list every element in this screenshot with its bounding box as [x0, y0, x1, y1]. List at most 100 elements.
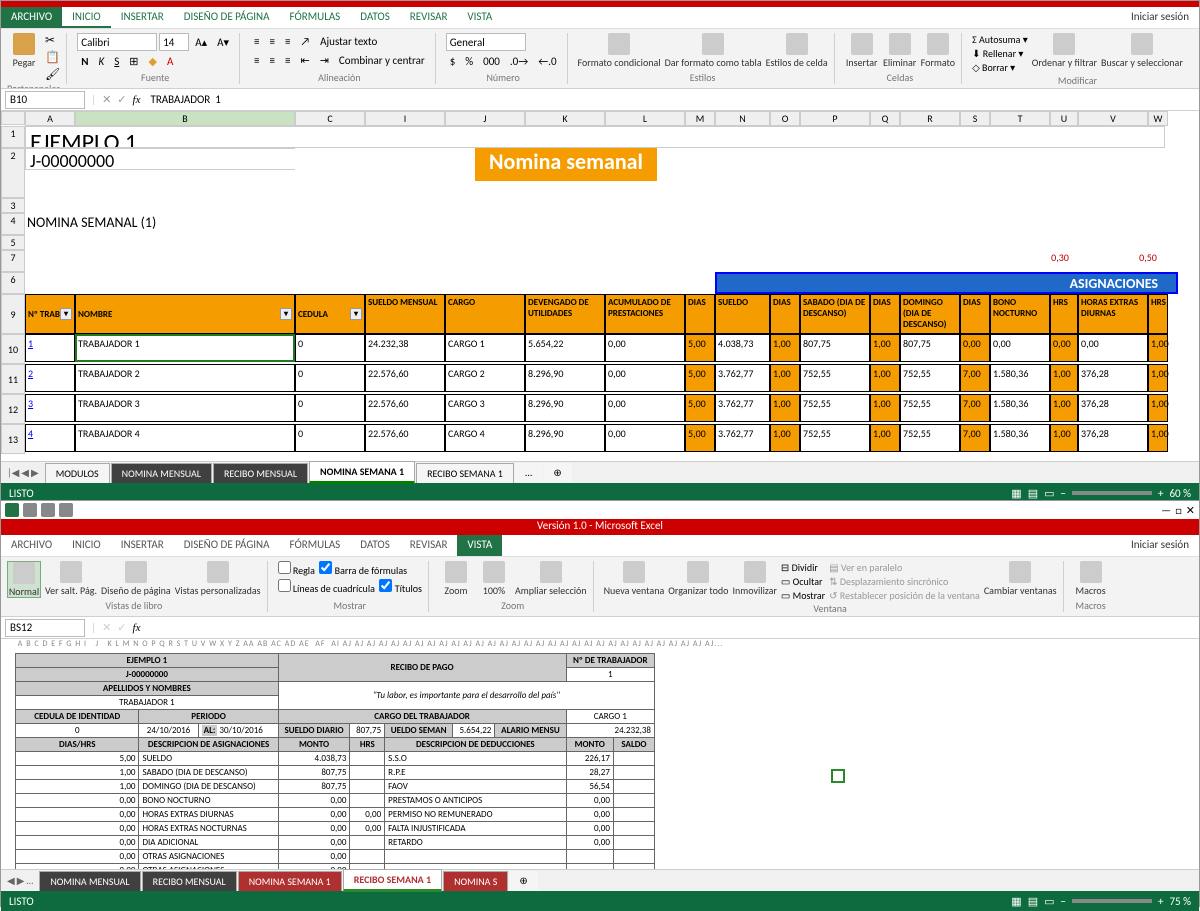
percent-icon[interactable]: % [461, 53, 477, 70]
delete-cells-button[interactable]: Eliminar [883, 33, 917, 68]
fill-color-button[interactable]: ◆ [144, 53, 160, 70]
tab-nav-next[interactable]: ▶ [31, 466, 39, 479]
iniciar-sesion[interactable]: Iniciar sesión [1121, 7, 1199, 28]
name-box[interactable] [5, 91, 85, 109]
chk-headings[interactable] [379, 579, 392, 592]
side-by-side-button[interactable]: ▤ Ver en paralelo [829, 561, 980, 574]
menu-inicio[interactable]: INICIO [62, 7, 111, 28]
zoom-selection-button[interactable]: Ampliar selección [515, 561, 587, 596]
align-bot-icon[interactable]: ≡ [281, 33, 294, 50]
hide-button[interactable]: ▭ Ocultar [781, 575, 825, 588]
table-row[interactable]: 13 4 TRABAJADOR 4 0 22.576,60 CARGO 4 8.… [1, 424, 1199, 454]
menu-archivo[interactable]: ARCHIVO [1, 7, 62, 28]
menu2-inicio[interactable]: INICIO [62, 535, 111, 556]
merge-button[interactable]: Combinar y centrar [335, 52, 429, 69]
zoom-slider[interactable] [1072, 491, 1152, 495]
chk-formula-bar[interactable] [319, 561, 332, 574]
window-max-icon[interactable]: □ [1175, 504, 1182, 517]
sort-filter-button[interactable]: Ordenar y filtrar [1032, 33, 1097, 68]
copy-icon[interactable]: 📋 [45, 50, 60, 65]
arrange-button[interactable]: Organizar todo [668, 561, 728, 596]
table-row[interactable]: 12 3 TRABAJADOR 3 0 22.576,60 CARGO 3 8.… [1, 394, 1199, 424]
view-normal-button[interactable]: Normal [7, 561, 41, 598]
filter-ntrab[interactable]: ▾ [60, 308, 72, 320]
tab-more[interactable]: ... [515, 463, 543, 482]
fx2-icon[interactable]: fx [133, 622, 141, 634]
show-button[interactable]: ▭ Mostrar [781, 589, 825, 602]
table-row[interactable]: 11 2 TRABAJADOR 2 0 22.576,60 CARGO 2 8.… [1, 364, 1199, 394]
sesion2[interactable]: Iniciar sesión [1121, 535, 1199, 556]
cancel-fx2-icon[interactable]: ✕ [102, 621, 111, 634]
indent-inc-icon[interactable]: ⇥ [316, 52, 333, 69]
tab2-nomina-mensual[interactable]: NOMINA MENSUAL [39, 871, 140, 891]
currency-icon[interactable]: $ [446, 53, 460, 70]
menu-vista[interactable]: VISTA [457, 7, 502, 28]
align-mid-icon[interactable]: ≡ [266, 33, 279, 50]
menu2-archivo[interactable]: ARCHIVO [1, 535, 62, 556]
border-button[interactable]: ⊞ [125, 53, 142, 70]
indent-dec-icon[interactable]: ⇤ [296, 52, 313, 69]
tab-recibo-semana1[interactable]: RECIBO SEMANA 1 [416, 463, 514, 483]
table-row[interactable]: 10 1 TRABAJADOR 1 0 24.232,38 CARGO 1 5.… [1, 334, 1199, 364]
tab-nomina-mensual[interactable]: NOMINA MENSUAL [111, 463, 212, 483]
view2-break-icon[interactable]: ▭ [1044, 895, 1054, 908]
tab-nav-prev[interactable]: ◀ [21, 466, 29, 479]
tab2-more[interactable]: … [26, 874, 33, 887]
freeze-button[interactable]: Inmovilizar [732, 561, 776, 596]
tab-modulos[interactable]: MODULOS [45, 463, 110, 483]
align-center-icon[interactable]: ≡ [266, 52, 279, 69]
menu2-insertar[interactable]: INSERTAR [111, 535, 174, 556]
tab2-nav-prev[interactable]: ◀ [7, 874, 15, 887]
font-color-button[interactable]: A [163, 53, 177, 70]
menu-revisar[interactable]: REVISAR [400, 7, 458, 28]
align-right-icon[interactable]: ≡ [281, 52, 294, 69]
chk-gridlines[interactable] [278, 579, 291, 592]
font-name-input[interactable] [77, 33, 157, 51]
brush-icon[interactable]: 🖌 [45, 67, 60, 82]
cell-styles-button[interactable]: Estilos de celda [766, 33, 828, 68]
view-page-break-button[interactable]: Ver salt. Pág. [45, 561, 97, 596]
tab-nav-first[interactable]: |◀ [7, 466, 19, 479]
menu-datos[interactable]: DATOS [350, 7, 400, 28]
chk-ruler[interactable] [278, 561, 291, 574]
inc-decimal-icon[interactable]: .0→ [506, 53, 532, 70]
filter-nombre[interactable]: ▾ [280, 308, 292, 320]
zoom-100-button[interactable]: 100% [477, 561, 511, 596]
clear-button[interactable]: ◇ Borrar ▾ [972, 61, 1028, 74]
filter-cedula[interactable]: ▾ [350, 308, 362, 320]
new-window-button[interactable]: Nueva ventana [604, 561, 665, 596]
comma-icon[interactable]: 000 [479, 53, 504, 70]
increase-font-icon[interactable]: A▴ [191, 34, 211, 51]
format-cells-button[interactable]: Formato [921, 33, 955, 68]
cond-format-button[interactable]: Formato condicional [578, 33, 661, 68]
tab-add[interactable]: ⊕ [543, 463, 571, 482]
menu2-revisar[interactable]: REVISAR [400, 535, 458, 556]
orientation-icon[interactable]: ↗ [296, 33, 314, 50]
zoom-button[interactable]: Zoom [439, 561, 473, 596]
tab2-nomina-semana1[interactable]: NOMINA SEMANA 1 [238, 871, 342, 891]
zoom-label[interactable]: 60 % [1169, 487, 1191, 500]
tab2-nav-next[interactable]: ▶ [17, 874, 25, 887]
redo-icon[interactable] [59, 503, 73, 517]
menu2-datos[interactable]: DATOS [350, 535, 400, 556]
paste-button[interactable]: Pegar [7, 33, 41, 68]
insert-cells-button[interactable]: Insertar [845, 33, 879, 68]
view-custom-button[interactable]: Vistas personalizadas [175, 561, 261, 596]
window-close-icon[interactable]: ✕ [1186, 504, 1195, 517]
number-format-input[interactable] [446, 33, 526, 51]
tab-nomina-semana1[interactable]: NOMINA SEMANA 1 [309, 461, 415, 484]
zoom-in-icon[interactable]: + [1158, 487, 1163, 500]
menu-insertar[interactable]: INSERTAR [111, 7, 174, 28]
view2-layout-icon[interactable]: ▤ [1028, 895, 1038, 908]
menu2-diseno[interactable]: DISEÑO DE PÁGINA [174, 535, 280, 556]
zoom2-in-icon[interactable]: + [1158, 895, 1163, 908]
view-layout-button[interactable]: Diseño de página [101, 561, 171, 596]
tab2-nomina-s[interactable]: NOMINA S [443, 871, 508, 891]
name-box-2[interactable] [5, 619, 85, 637]
tab2-recibo-mensual[interactable]: RECIBO MENSUAL [142, 871, 237, 891]
align-left-icon[interactable]: ≡ [250, 52, 263, 69]
menu-formulas[interactable]: FÓRMULAS [280, 7, 351, 28]
formula-bar[interactable] [146, 91, 1195, 109]
italic-button[interactable]: K [94, 53, 108, 70]
bold-button[interactable]: N [77, 53, 92, 70]
